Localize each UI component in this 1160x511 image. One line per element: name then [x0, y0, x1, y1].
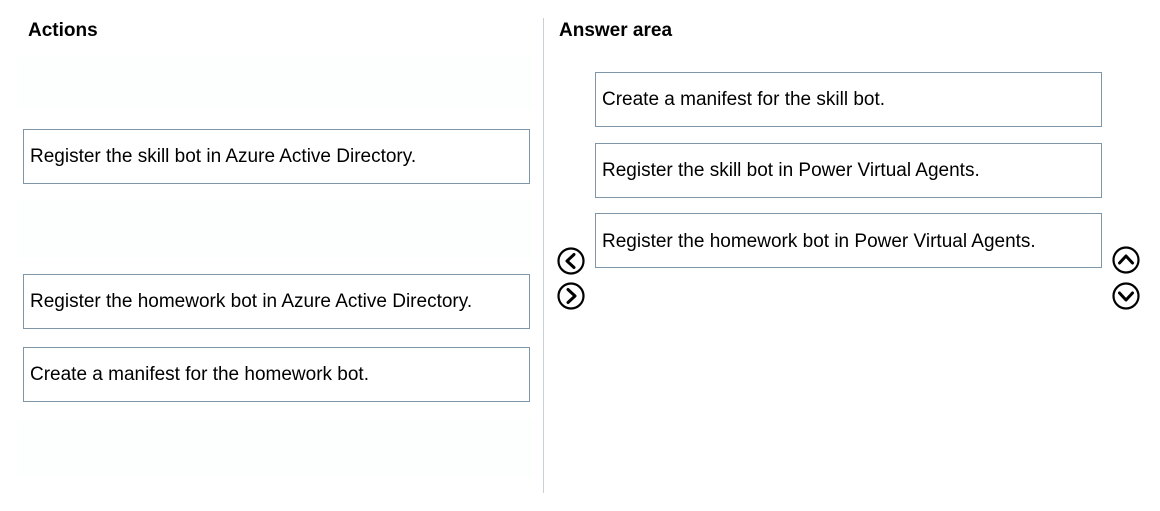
action-item[interactable]: Create a manifest for the homework bot.	[23, 347, 530, 402]
empty-action-slot	[17, 418, 533, 478]
chevron-right-circle-icon	[557, 282, 585, 310]
actions-heading: Actions	[28, 20, 98, 41]
move-right-button[interactable]	[557, 282, 585, 310]
answer-item[interactable]: Register the homework bot in Power Virtu…	[595, 213, 1102, 268]
chevron-up-circle-icon	[1112, 246, 1140, 274]
move-left-button[interactable]	[557, 247, 585, 275]
empty-action-slot	[17, 200, 533, 258]
answer-item[interactable]: Create a manifest for the skill bot.	[595, 72, 1102, 127]
column-divider	[543, 18, 544, 493]
chevron-down-circle-icon	[1112, 282, 1140, 310]
chevron-left-circle-icon	[557, 247, 585, 275]
move-up-button[interactable]	[1112, 246, 1140, 274]
move-down-button[interactable]	[1112, 282, 1140, 310]
answer-area-heading: Answer area	[559, 20, 673, 41]
answer-item[interactable]: Register the skill bot in Power Virtual …	[595, 143, 1102, 198]
action-item[interactable]: Register the homework bot in Azure Activ…	[23, 274, 530, 329]
action-item[interactable]: Register the skill bot in Azure Active D…	[23, 129, 530, 184]
empty-action-slot	[17, 57, 533, 110]
